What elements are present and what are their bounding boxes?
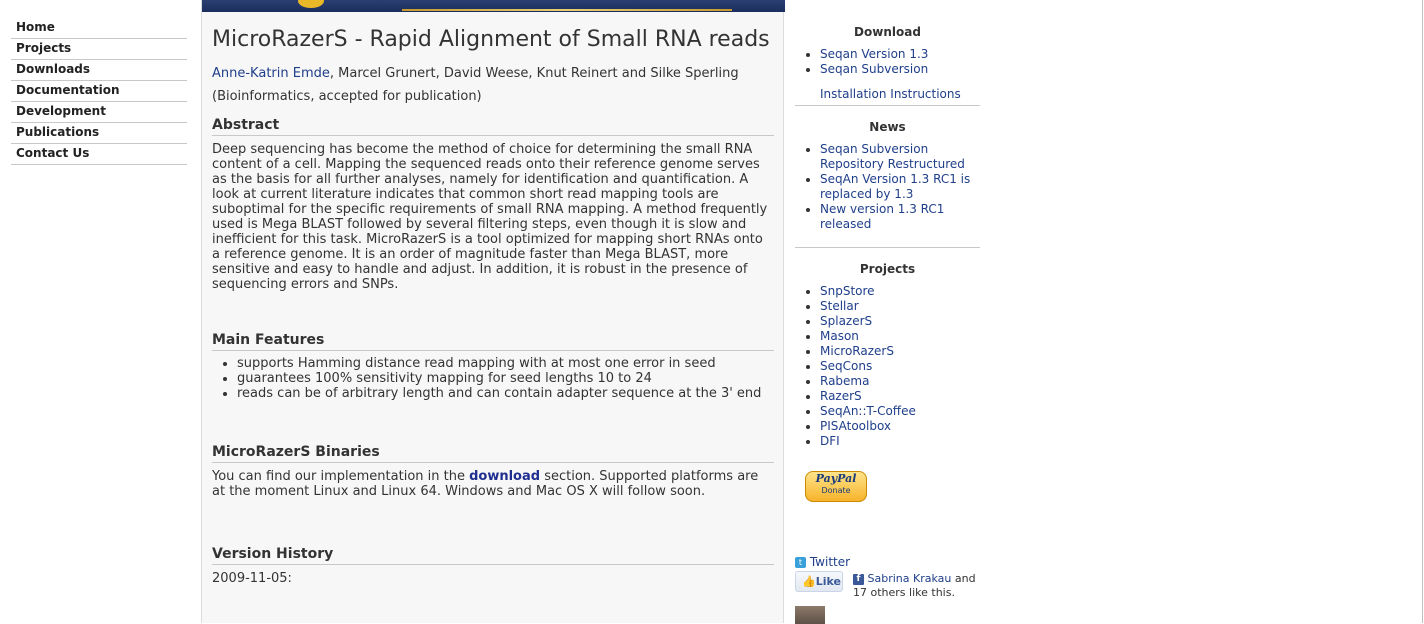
project-link[interactable]: Mason [820, 329, 859, 343]
list-item: SplazerS [820, 314, 980, 329]
right-sidebar: Download Seqan Version 1.3 Seqan Subvers… [795, 25, 980, 624]
abstract-heading: Abstract [212, 117, 774, 136]
link-seqan-version[interactable]: Seqan Version 1.3 [820, 47, 928, 61]
download-box-title: Download [854, 25, 921, 39]
main-content-column: MicroRazerS - Rapid Alignment of Small R… [201, 0, 785, 623]
facebook-user-link[interactable]: Sabrina Krakau [868, 572, 952, 585]
project-link[interactable]: RazerS [820, 389, 862, 403]
download-link[interactable]: download [469, 469, 540, 484]
nav-item-publications[interactable]: Publications [11, 124, 187, 144]
project-link[interactable]: PISAtoolbox [820, 419, 891, 433]
list-item: Rabema [820, 374, 980, 389]
abstract-text: Deep sequencing has become the method of… [212, 142, 768, 292]
news-link[interactable]: Seqan Subversion Repository Restructured [820, 142, 965, 171]
like-label: Like [815, 575, 841, 588]
author-link-emde[interactable]: Anne-Katrin Emde [212, 66, 330, 81]
facebook-like-button[interactable]: 👍Like [795, 571, 843, 592]
download-links: Seqan Version 1.3 Seqan Subversion [795, 47, 980, 77]
article: MicroRazerS - Rapid Alignment of Small R… [212, 28, 774, 586]
project-link[interactable]: MicroRazerS [820, 344, 894, 358]
twitter-link-row[interactable]: t Twitter [795, 555, 850, 569]
nav-item-contact[interactable]: Contact Us [11, 145, 187, 165]
list-item: Seqan Subversion Repository Restructured [820, 142, 980, 172]
list-item: Seqan Subversion [820, 62, 980, 77]
avatar[interactable] [795, 606, 825, 624]
binaries-heading: MicroRazerS Binaries [212, 444, 774, 463]
project-link[interactable]: SnpStore [820, 284, 875, 298]
link-seqan-subversion[interactable]: Seqan Subversion [820, 62, 928, 76]
list-item: DFI [820, 434, 980, 449]
features-heading: Main Features [212, 332, 774, 351]
thumbs-up-icon: 👍 [802, 575, 816, 588]
binaries-text-start: You can find our implementation in the [212, 469, 470, 484]
project-link[interactable]: SeqCons [820, 359, 872, 373]
list-item: RazerS [820, 389, 980, 404]
news-link[interactable]: New version 1.3 RC1 released [820, 202, 944, 231]
list-item: SeqAn::T-Coffee [820, 404, 980, 419]
facebook-like-text: f Sabrina Krakau and 17 others like this… [853, 572, 983, 600]
author-names: , Marcel Grunert, David Weese, Knut Rein… [329, 66, 739, 81]
list-item: SeqAn Version 1.3 RC1 is replaced by 1.3 [820, 172, 980, 202]
list-item: PISAtoolbox [820, 419, 980, 434]
news-link[interactable]: SeqAn Version 1.3 RC1 is replaced by 1.3 [820, 172, 970, 201]
list-item: New version 1.3 RC1 released [820, 202, 980, 232]
window-edge [1422, 0, 1423, 623]
author-list: Anne-Katrin Emde, Marcel Grunert, David … [212, 62, 774, 85]
left-nav: Home Projects Downloads Documentation De… [11, 19, 187, 166]
divider [795, 232, 980, 248]
list-item: MicroRazerS [820, 344, 980, 359]
twitter-icon: t [795, 557, 806, 568]
project-link[interactable]: Stellar [820, 299, 859, 313]
nav-item-documentation[interactable]: Documentation [11, 82, 187, 102]
donate-label: Donate [821, 486, 851, 495]
twitter-link[interactable]: Twitter [810, 555, 850, 569]
project-link[interactable]: Rabema [820, 374, 869, 388]
version-history-heading: Version History [212, 546, 774, 565]
nav-item-downloads[interactable]: Downloads [11, 61, 187, 81]
list-item: Seqan Version 1.3 [820, 47, 980, 62]
news-list: Seqan Subversion Repository Restructured… [795, 142, 980, 232]
news-box-title: News [869, 120, 906, 134]
page-title: MicroRazerS - Rapid Alignment of Small R… [212, 27, 770, 52]
list-item: guarantees 100% sensitivity mapping for … [237, 371, 774, 386]
project-link[interactable]: SplazerS [820, 314, 872, 328]
list-item: SnpStore [820, 284, 980, 299]
project-link[interactable]: DFI [820, 434, 840, 448]
binaries-text: You can find our implementation in the d… [212, 469, 774, 546]
list-item: Mason [820, 329, 980, 344]
list-item: supports Hamming distance read mapping w… [237, 356, 774, 371]
facebook-icon: f [853, 573, 864, 585]
install-row: Installation Instructions [795, 77, 980, 106]
projects-list: SnpStore Stellar SplazerS Mason MicroRaz… [795, 284, 980, 449]
banner-stripe [402, 9, 732, 11]
nav-item-home[interactable]: Home [11, 19, 187, 39]
publication-venue: (Bioinformatics, accepted for publicatio… [212, 89, 482, 104]
header-banner [202, 0, 785, 12]
nav-item-projects[interactable]: Projects [11, 40, 187, 60]
list-item: SeqCons [820, 359, 980, 374]
project-link[interactable]: SeqAn::T-Coffee [820, 404, 916, 418]
list-item: reads can be of arbitrary length and can… [237, 386, 774, 401]
banner-logo-graphic [298, 0, 324, 8]
nav-item-development[interactable]: Development [11, 103, 187, 123]
features-list: supports Hamming distance read mapping w… [212, 356, 774, 401]
install-instructions-link[interactable]: Installation Instructions [820, 87, 961, 101]
history-date: 2009-11-05: [212, 571, 292, 586]
paypal-logo: PayPal [815, 472, 857, 485]
projects-box-title: Projects [859, 262, 916, 276]
paypal-donate-button[interactable]: PayPal Donate [805, 471, 867, 502]
list-item: Stellar [820, 299, 980, 314]
